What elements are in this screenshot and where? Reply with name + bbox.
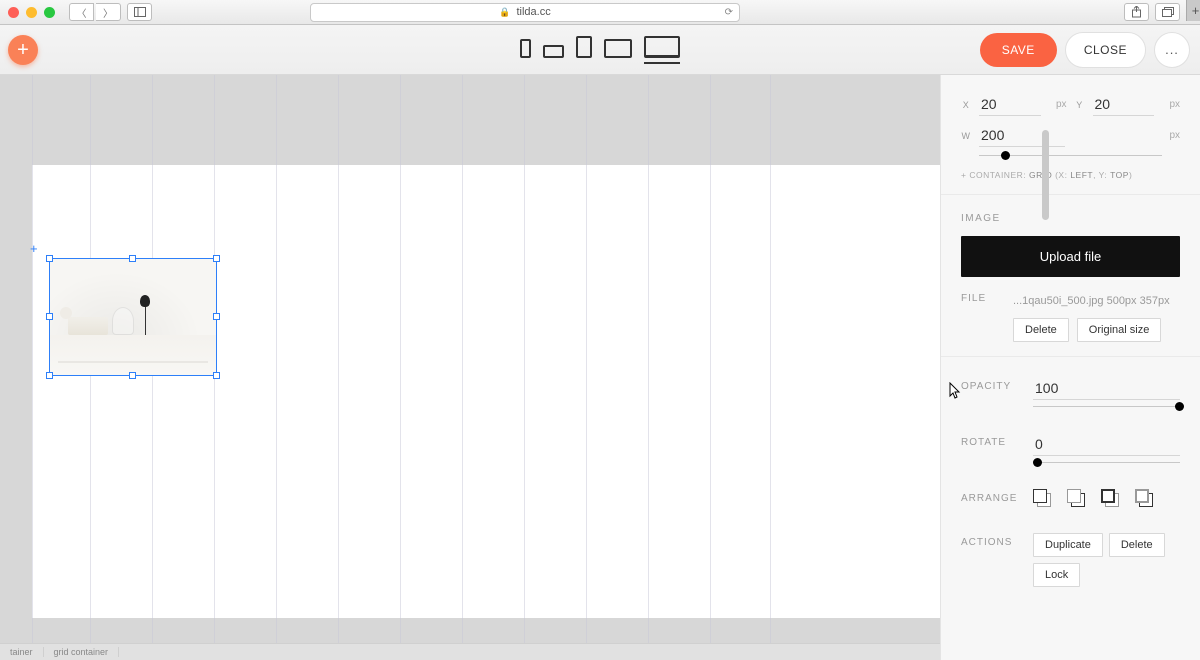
container-info: + CONTAINER: GRID (X: LEFT, Y: TOP): [961, 170, 1180, 180]
opacity-slider-thumb[interactable]: [1175, 402, 1184, 411]
bring-forward-button[interactable]: [1067, 489, 1087, 509]
device-desktop[interactable]: [644, 36, 680, 64]
window-zoom-icon[interactable]: [44, 7, 55, 18]
back-button[interactable]: 〈: [69, 3, 94, 21]
selected-image-element[interactable]: [50, 259, 216, 375]
duplicate-button[interactable]: Duplicate: [1033, 533, 1103, 557]
opacity-slider[interactable]: [1033, 406, 1180, 407]
upload-file-button[interactable]: Upload file: [961, 236, 1180, 277]
page-surface[interactable]: [32, 165, 940, 618]
breadcrumb-item[interactable]: tainer: [0, 647, 44, 657]
canvas-area[interactable]: + tainer grid container: [0, 75, 940, 660]
send-backward-button[interactable]: [1101, 489, 1121, 509]
tablet-icon: [576, 36, 592, 58]
add-block-button[interactable]: +: [8, 35, 38, 65]
plus-icon: +: [17, 40, 29, 60]
opacity-label: OPACITY: [961, 377, 1023, 392]
bring-to-front-button[interactable]: [1033, 489, 1053, 509]
share-icon: [1131, 6, 1142, 18]
tabs-button[interactable]: [1155, 3, 1180, 21]
y-label: Y: [1075, 100, 1085, 110]
unit-px: px: [1162, 130, 1180, 141]
delete-button[interactable]: Delete: [1109, 533, 1165, 557]
phone-landscape-icon: [543, 45, 564, 58]
share-button[interactable]: [1124, 3, 1149, 21]
device-phone[interactable]: [520, 39, 531, 64]
x-label: X: [961, 100, 971, 110]
unit-px: px: [1162, 99, 1180, 110]
sidebar-toggle-button[interactable]: [127, 3, 152, 21]
rotate-slider[interactable]: [1033, 462, 1180, 463]
opacity-input[interactable]: [1033, 377, 1180, 400]
breadcrumb-bar: tainer grid container: [0, 643, 940, 660]
url-text: tilda.cc: [516, 6, 550, 18]
url-bar[interactable]: 🔒 tilda.cc ⟳: [310, 3, 740, 22]
file-delete-button[interactable]: Delete: [1013, 318, 1069, 342]
rotate-label: ROTATE: [961, 433, 1023, 448]
image-section-title: IMAGE: [961, 213, 1180, 224]
page-scrollbar[interactable]: [1042, 130, 1049, 220]
sidebar-icon: [134, 7, 146, 17]
app-toolbar: + SAVE CLOSE ...: [0, 25, 1200, 75]
rotate-row: ROTATE: [941, 421, 1200, 477]
y-input[interactable]: [1093, 93, 1155, 116]
width-slider-thumb[interactable]: [1001, 151, 1010, 160]
breadcrumb-item[interactable]: grid container: [44, 647, 120, 657]
image-placeholder-art: [50, 259, 216, 375]
device-phone-landscape[interactable]: [543, 45, 564, 64]
x-input[interactable]: [979, 93, 1041, 116]
inspector-panel: X px Y px W px + CONTAINER: GRI: [940, 75, 1200, 660]
device-tablet[interactable]: [576, 36, 592, 64]
desktop-icon: [644, 36, 680, 58]
arrange-row: ARRANGE: [941, 477, 1200, 521]
tabs-icon: [1162, 7, 1174, 17]
window-minimize-icon[interactable]: [26, 7, 37, 18]
rotate-slider-thumb[interactable]: [1033, 458, 1042, 467]
browser-chrome: 〈 〉 🔒 tilda.cc ⟳ +: [0, 0, 1200, 25]
rotate-input[interactable]: [1033, 433, 1180, 456]
forward-button[interactable]: 〉: [96, 3, 121, 21]
original-size-button[interactable]: Original size: [1077, 318, 1162, 342]
more-button[interactable]: ...: [1154, 32, 1190, 68]
lock-icon: 🔒: [499, 7, 510, 18]
unit-px: px: [1049, 99, 1067, 110]
phone-icon: [520, 39, 531, 58]
tablet-landscape-icon: [604, 39, 632, 58]
window-close-icon[interactable]: [8, 7, 19, 18]
close-button[interactable]: CLOSE: [1065, 32, 1146, 68]
actions-row: ACTIONS Duplicate Delete Lock: [941, 521, 1200, 599]
file-label: FILE: [961, 293, 1003, 342]
w-input[interactable]: [979, 124, 1065, 147]
width-slider[interactable]: [979, 155, 1162, 156]
lock-button[interactable]: Lock: [1033, 563, 1080, 587]
file-meta: ...1qau50i_500.jpg 500px 357px: [1013, 293, 1180, 310]
send-to-back-button[interactable]: [1135, 489, 1155, 509]
new-tab-button[interactable]: +: [1186, 0, 1200, 21]
device-tablet-landscape[interactable]: [604, 39, 632, 64]
add-element-handle[interactable]: +: [30, 241, 38, 256]
w-label: W: [961, 131, 971, 141]
arrange-label: ARRANGE: [961, 489, 1023, 504]
traffic-lights: [8, 7, 55, 18]
reload-icon[interactable]: ⟳: [725, 7, 733, 18]
opacity-row: OPACITY: [941, 356, 1200, 421]
actions-label: ACTIONS: [961, 533, 1023, 548]
save-button[interactable]: SAVE: [980, 33, 1057, 67]
image-section: IMAGE Upload file FILE ...1qau50i_500.jp…: [941, 194, 1200, 356]
position-section: X px Y px W px + CONTAINER: GRI: [941, 75, 1200, 194]
device-switcher: [520, 36, 680, 64]
